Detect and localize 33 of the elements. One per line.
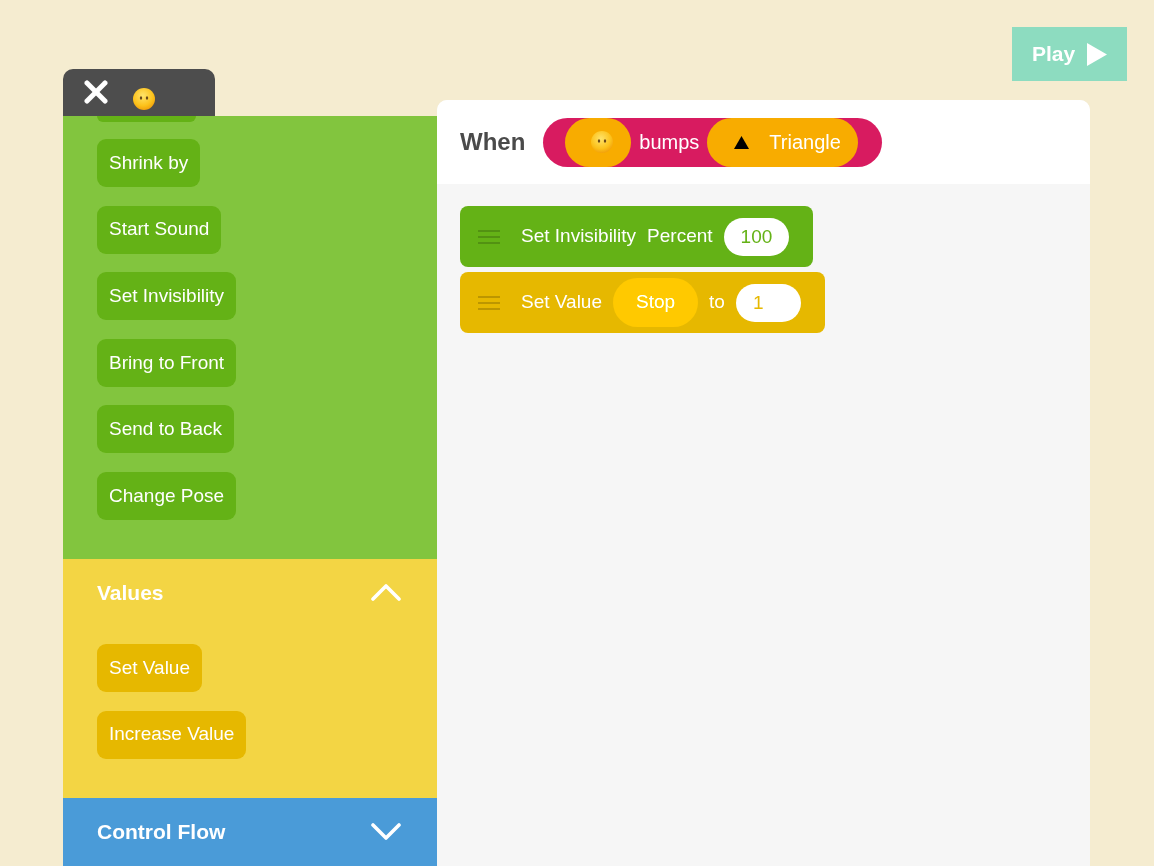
script-block[interactable]: Set Value Stop to 1 bbox=[460, 272, 825, 333]
drag-handle-icon[interactable] bbox=[478, 229, 500, 244]
palette-block[interactable]: Send to Back bbox=[97, 405, 235, 454]
palette-block[interactable]: Set Invisibility bbox=[97, 272, 237, 321]
palette-block[interactable]: Set Value bbox=[97, 643, 202, 692]
block-label: to bbox=[709, 290, 725, 315]
value-dropdown[interactable]: Stop bbox=[613, 278, 699, 327]
target-picker[interactable]: Triangle bbox=[707, 117, 858, 167]
palette-block[interactable]: Increase Value bbox=[97, 710, 247, 759]
drag-handle-icon[interactable] bbox=[478, 295, 500, 310]
emoji-face-icon bbox=[591, 131, 614, 153]
category-header[interactable]: Values bbox=[63, 558, 437, 627]
close-button[interactable] bbox=[84, 80, 108, 104]
emoji-face-icon bbox=[133, 88, 155, 110]
palette-block[interactable]: Start Sound bbox=[97, 205, 222, 254]
play-button[interactable]: Play bbox=[1012, 27, 1127, 81]
palette-block[interactable]: Change Pose bbox=[97, 471, 237, 520]
trigger-label: When bbox=[460, 127, 526, 157]
palette-block[interactable]: Shrink by bbox=[97, 139, 201, 187]
script-block[interactable]: Set Invisibility Percent 100 bbox=[460, 206, 813, 267]
block-label: Set Value bbox=[521, 290, 602, 315]
palette-block[interactable]: Bring to Front bbox=[97, 338, 237, 387]
sprite-tab[interactable] bbox=[63, 69, 215, 116]
category-header[interactable]: Control Flow bbox=[63, 797, 437, 866]
triangle-icon bbox=[734, 135, 750, 149]
event-label: bumps bbox=[639, 130, 700, 155]
play-icon bbox=[1087, 42, 1108, 66]
close-icon bbox=[84, 80, 108, 104]
value-input[interactable]: 100 bbox=[723, 217, 789, 256]
value-input[interactable]: 1 bbox=[735, 283, 801, 322]
block-label: Set Invisibility bbox=[521, 224, 637, 249]
block-label: Percent bbox=[647, 224, 713, 249]
sprite-picker[interactable] bbox=[565, 117, 632, 167]
